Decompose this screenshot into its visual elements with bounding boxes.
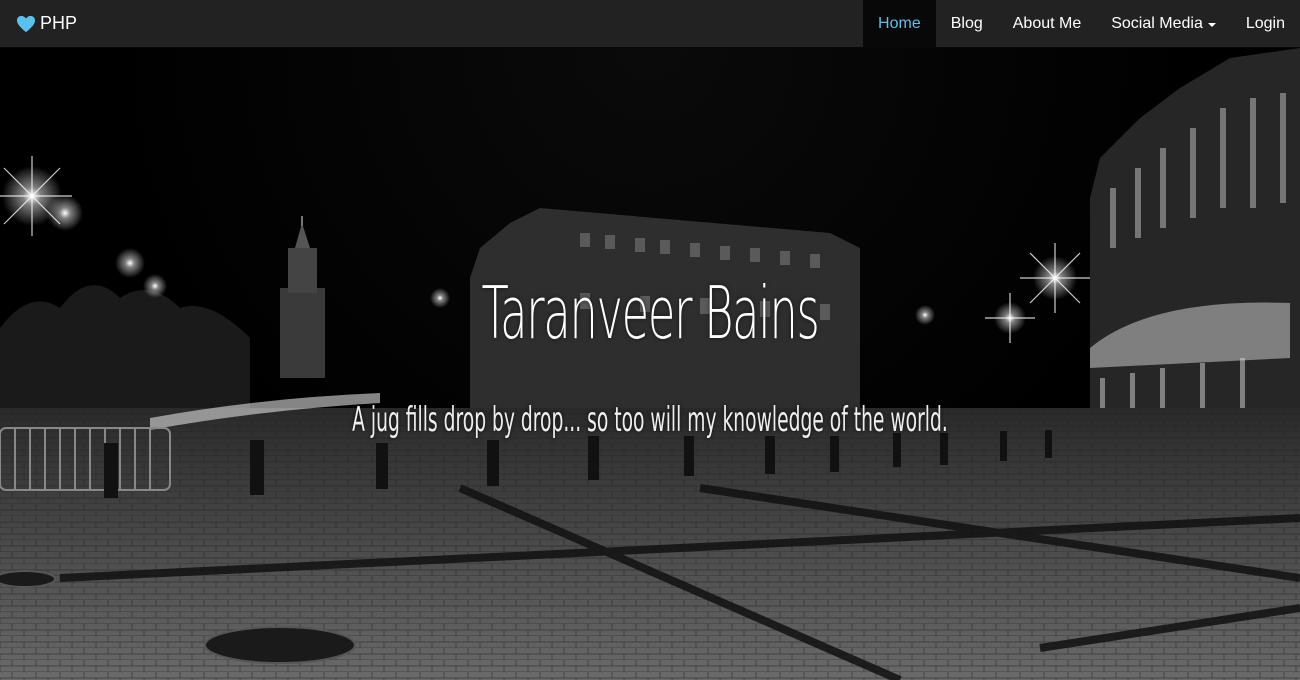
brand-link[interactable]: PHP xyxy=(0,0,77,48)
hero-subtitle: A jug fills drop by drop... so too will … xyxy=(352,400,948,440)
navbar: PHP Home Blog About Me Social Media Logi… xyxy=(0,0,1300,48)
nav-social-media-dropdown[interactable]: Social Media xyxy=(1096,0,1231,48)
hero-background-image xyxy=(0,48,1300,680)
heart-icon xyxy=(17,15,35,32)
nav-login[interactable]: Login xyxy=(1231,0,1300,48)
nav-home[interactable]: Home xyxy=(863,0,936,48)
hero-title: Taranveer Bains xyxy=(481,271,819,355)
nav-social-media-label: Social Media xyxy=(1111,14,1203,32)
hero-section: Taranveer Bains A jug fills drop by drop… xyxy=(0,48,1300,680)
brand-label: PHP xyxy=(40,13,78,33)
caret-down-icon xyxy=(1207,22,1216,27)
nav-about-me[interactable]: About Me xyxy=(998,0,1096,48)
nav-blog[interactable]: Blog xyxy=(936,0,998,48)
main-nav: Home Blog About Me Social Media Login xyxy=(863,0,1300,48)
